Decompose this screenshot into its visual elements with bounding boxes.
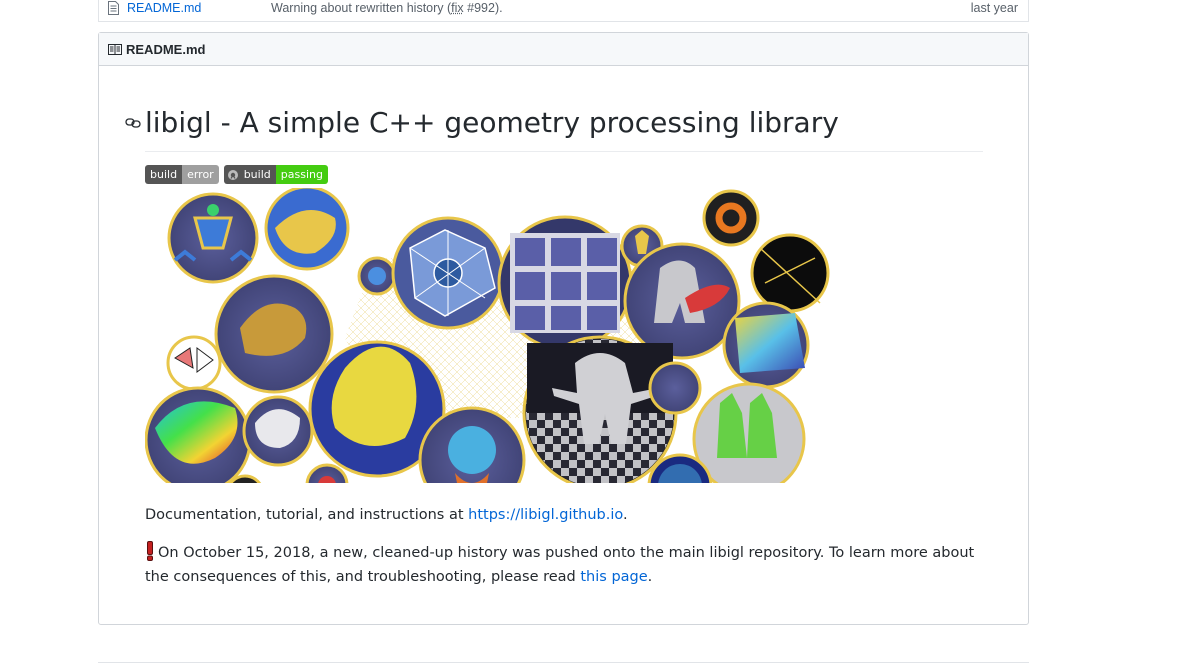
link-icon[interactable]: [125, 117, 141, 129]
badges: build error build passing: [145, 165, 328, 184]
file-row: README.md Warning about rewritten histor…: [98, 0, 1029, 22]
this-page-link[interactable]: this page: [580, 569, 647, 585]
build-passing-badge[interactable]: build passing: [223, 165, 328, 184]
commit-message[interactable]: Warning about rewritten history (fix #99…: [271, 1, 503, 15]
readme-title: libigl - A simple C++ geometry processin…: [125, 103, 983, 152]
docs-link[interactable]: https://libigl.github.io: [468, 507, 623, 523]
badge-label: build: [145, 165, 183, 184]
badge-status: passing: [275, 165, 328, 184]
divider: [98, 662, 1029, 663]
readme-title-text: libigl - A simple C++ geometry processin…: [145, 106, 839, 139]
commit-age: last year: [970, 1, 1018, 15]
file-name-link[interactable]: README.md: [127, 1, 201, 15]
fix-link[interactable]: fix: [451, 1, 464, 15]
build-error-badge[interactable]: build error: [145, 165, 219, 184]
appveyor-icon: [223, 165, 239, 184]
file-text-icon: [108, 1, 119, 15]
exclamation-icon: [147, 541, 153, 561]
readme-header: README.md: [99, 33, 1028, 66]
history-notice-paragraph: On October 15, 2018, a new, cleaned-up h…: [145, 541, 985, 589]
badge-status: error: [182, 165, 219, 184]
libigl-collage-image: [145, 188, 830, 483]
documentation-paragraph: Documentation, tutorial, and instruction…: [145, 507, 628, 523]
readme-header-label: README.md: [126, 41, 206, 57]
book-icon: [108, 43, 122, 55]
badge-label: build: [238, 165, 276, 184]
readme-panel: README.md libigl - A simple C++ geometry…: [98, 32, 1029, 625]
